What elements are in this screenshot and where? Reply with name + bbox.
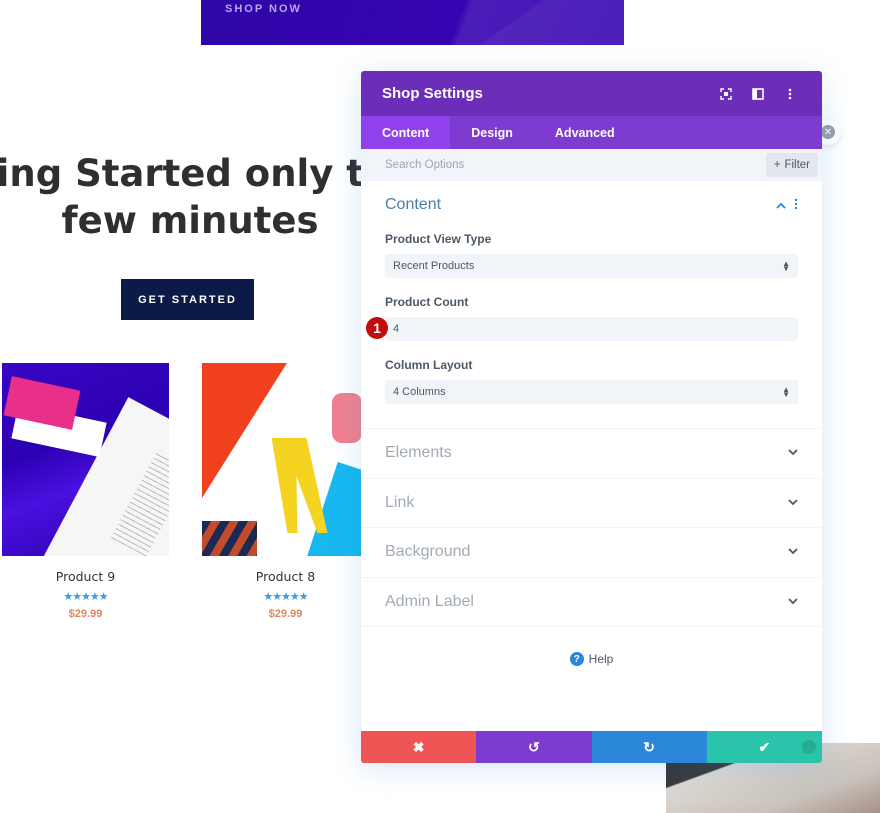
- filter-button[interactable]: + Filter: [765, 153, 818, 177]
- select-arrows-icon: ▲ ▼: [782, 259, 790, 273]
- section-background[interactable]: Background: [361, 528, 822, 578]
- tab-advanced[interactable]: Advanced: [534, 116, 636, 149]
- help-link[interactable]: ? Help: [361, 652, 822, 666]
- column-layout-select[interactable]: 4 Columns ▲ ▼: [385, 380, 798, 404]
- image-stripes: [202, 521, 257, 556]
- filter-label: Filter: [784, 159, 810, 171]
- tab-content[interactable]: Content: [361, 116, 451, 149]
- section-elements[interactable]: Elements: [361, 429, 822, 479]
- tab-design[interactable]: Design: [450, 116, 534, 149]
- product-view-type-label: Product View Type: [385, 232, 492, 246]
- content-section-title: Content: [385, 196, 442, 213]
- product-image[interactable]: [202, 363, 369, 556]
- hero-heading: ring Started only tal few minutes: [0, 150, 410, 244]
- section-title: Background: [385, 543, 471, 561]
- column-layout-value: 4 Columns: [393, 386, 446, 398]
- product-name[interactable]: Product 9: [2, 569, 169, 584]
- redo-icon: ↻: [643, 738, 655, 755]
- get-started-button[interactable]: GET STARTED: [121, 279, 254, 320]
- undo-button[interactable]: ↺: [476, 731, 592, 763]
- discard-button[interactable]: ✖: [361, 731, 477, 763]
- image-figure-body: [332, 393, 362, 443]
- chevron-down-icon[interactable]: [788, 447, 798, 459]
- section-title: Admin Label: [385, 592, 474, 610]
- help-label: Help: [588, 652, 614, 666]
- star-rating: ★★★★★: [63, 591, 108, 603]
- product-view-type-select[interactable]: Recent Products ▲ ▼: [385, 254, 798, 278]
- product-price: $29.99: [268, 608, 303, 620]
- product-card[interactable]: Product 8 ★★★★★ $29.99: [202, 363, 369, 620]
- modal-header[interactable]: Shop Settings: [361, 71, 822, 116]
- checkmark-icon: ✔: [758, 738, 771, 755]
- section-options-icon[interactable]: [794, 198, 798, 213]
- section-link[interactable]: Link: [361, 479, 822, 528]
- resize-handle-icon[interactable]: [802, 740, 816, 754]
- star-rating: ★★★★★: [263, 591, 308, 603]
- modal-title: Shop Settings: [382, 85, 483, 102]
- product-name[interactable]: Product 8: [202, 569, 369, 584]
- shop-settings-modal: Shop Settings Content Design Advanced + …: [361, 71, 822, 763]
- split-view-icon[interactable]: [747, 83, 769, 105]
- section-admin-label[interactable]: Admin Label: [361, 578, 822, 627]
- shop-now-link[interactable]: SHOP NOW: [225, 3, 302, 15]
- modal-footer: ✖ ↺ ↻ ✔: [361, 731, 822, 763]
- search-bar: + Filter: [361, 149, 822, 181]
- product-view-type-value: Recent Products: [393, 260, 475, 272]
- section-title: Elements: [385, 444, 452, 462]
- chevron-down-icon[interactable]: [788, 497, 798, 509]
- image-red-triangle: [202, 363, 287, 498]
- product-count-label: Product Count: [385, 295, 469, 309]
- shop-now-banner: SHOP NOW: [201, 0, 624, 45]
- content-section-header[interactable]: Content: [385, 195, 798, 215]
- help-icon: ?: [569, 652, 584, 666]
- expand-icon[interactable]: [715, 83, 737, 105]
- select-arrows-icon: ▲ ▼: [782, 385, 790, 399]
- product-count-value[interactable]: 4: [393, 323, 790, 335]
- plus-icon: +: [773, 159, 781, 171]
- hero-heading-line-2: few minutes: [61, 199, 319, 242]
- chevron-down-icon[interactable]: [788, 546, 798, 558]
- banner-decoration: [429, 0, 624, 45]
- more-options-icon[interactable]: [779, 83, 801, 105]
- product-price: $29.99: [68, 608, 103, 620]
- redo-button[interactable]: ↻: [591, 731, 707, 763]
- column-layout-label: Column Layout: [385, 358, 473, 372]
- step-badge: 1: [366, 317, 388, 339]
- product-image[interactable]: [2, 363, 169, 556]
- product-card[interactable]: Product 9 ★★★★★ $29.99: [2, 363, 169, 620]
- settings-tabs: Content Design Advanced: [361, 116, 822, 149]
- close-icon: ✕: [821, 125, 835, 139]
- undo-icon: ↺: [528, 738, 540, 755]
- chevron-down-icon[interactable]: [788, 596, 798, 608]
- save-button[interactable]: ✔: [706, 731, 822, 763]
- chevron-up-icon[interactable]: [776, 198, 786, 212]
- section-title: Link: [385, 493, 415, 511]
- content-section: Content Product View Type Recent Product…: [361, 181, 822, 429]
- product-count-input[interactable]: 1 4: [366, 317, 798, 341]
- search-options-input[interactable]: [385, 159, 766, 171]
- hero-heading-line-1: ring Started only tal: [0, 152, 402, 195]
- close-icon: ✖: [412, 738, 425, 755]
